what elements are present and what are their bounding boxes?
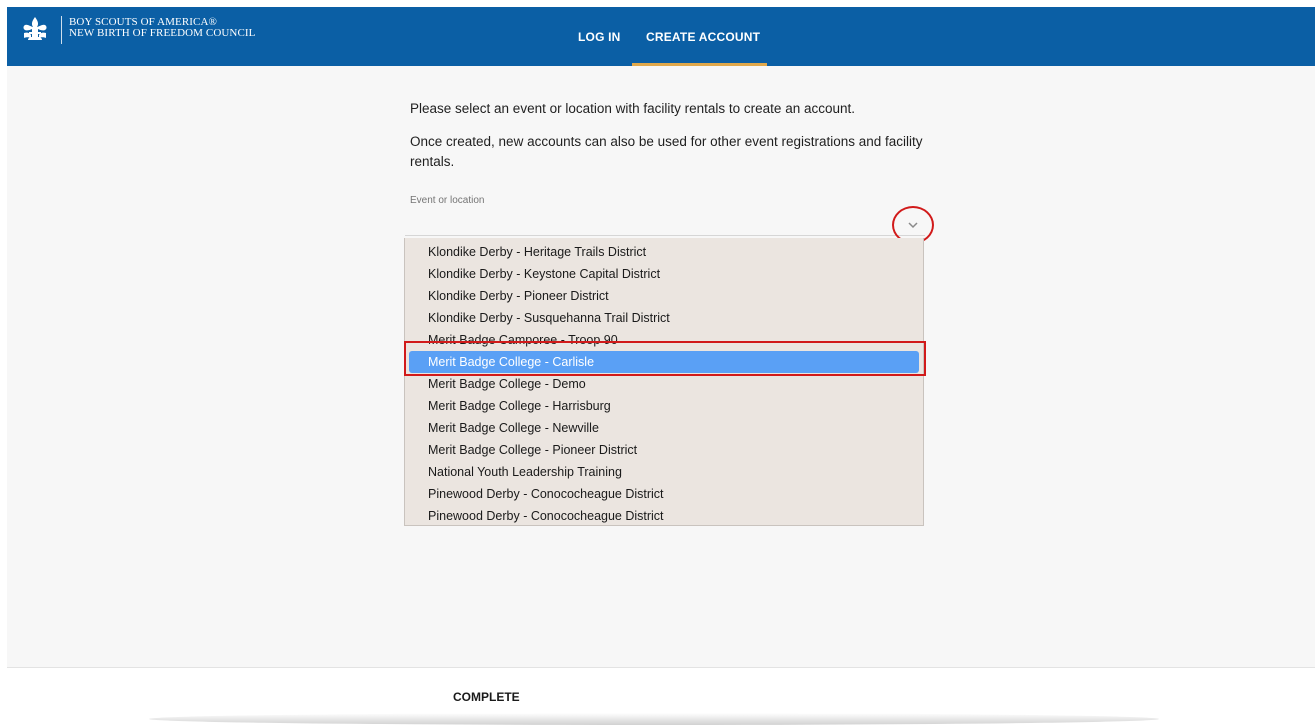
option-item[interactable]: Pinewood Derby - Conococheague District xyxy=(405,483,923,505)
option-item[interactable]: Merit Badge College - Newville xyxy=(405,417,923,439)
option-item-selected[interactable]: Merit Badge College - Carlisle xyxy=(409,351,919,373)
event-or-location-select[interactable] xyxy=(405,235,925,236)
brand-line-2: NEW BIRTH OF FREEDOM COUNCIL xyxy=(69,27,256,39)
option-item[interactable]: Klondike Derby - Susquehanna Trail Distr… xyxy=(405,307,923,329)
brand-name[interactable]: BOY SCOUTS OF AMERICA® NEW BIRTH OF FREE… xyxy=(69,17,256,39)
bottom-shadow xyxy=(149,713,1159,725)
option-item[interactable]: Merit Badge College - Demo xyxy=(405,373,923,395)
event-or-location-label: Event or location xyxy=(410,195,485,206)
option-item[interactable]: Merit Badge College - Pioneer District xyxy=(405,439,923,461)
complete-button[interactable]: COMPLETE xyxy=(453,690,520,704)
tab-log-in[interactable]: LOG IN xyxy=(578,30,621,44)
option-item[interactable]: National Youth Leadership Training xyxy=(405,461,923,483)
logo-divider xyxy=(61,16,62,44)
top-nav-bar: BOY SCOUTS OF AMERICA® NEW BIRTH OF FREE… xyxy=(7,7,1315,66)
active-tab-indicator xyxy=(632,63,767,66)
option-item[interactable]: Pinewood Derby - Conococheague District xyxy=(405,505,923,525)
intro-paragraph-2: Once created, new accounts can also be u… xyxy=(410,134,923,169)
option-item[interactable]: Merit Badge College - Harrisburg xyxy=(405,395,923,417)
app-frame: BOY SCOUTS OF AMERICA® NEW BIRTH OF FREE… xyxy=(7,7,1315,725)
tab-create-account[interactable]: CREATE ACCOUNT xyxy=(646,30,760,44)
bottom-bar: COMPLETE xyxy=(7,667,1315,719)
option-item[interactable]: Merit Badge Camporee - Troop 90 xyxy=(405,329,923,351)
chevron-down-icon xyxy=(908,222,918,229)
option-item[interactable]: Klondike Derby - Heritage Trails Distric… xyxy=(405,241,923,263)
intro-text: Please select an event or location with … xyxy=(410,99,930,185)
event-options-list[interactable]: Klondike Derby - Heritage Trails Distric… xyxy=(404,238,924,526)
intro-paragraph-1: Please select an event or location with … xyxy=(410,101,855,116)
option-item[interactable]: Klondike Derby - Keystone Capital Distri… xyxy=(405,263,923,285)
option-item[interactable]: Klondike Derby - Pioneer District xyxy=(405,285,923,307)
fleur-de-lis-icon[interactable] xyxy=(21,16,49,42)
